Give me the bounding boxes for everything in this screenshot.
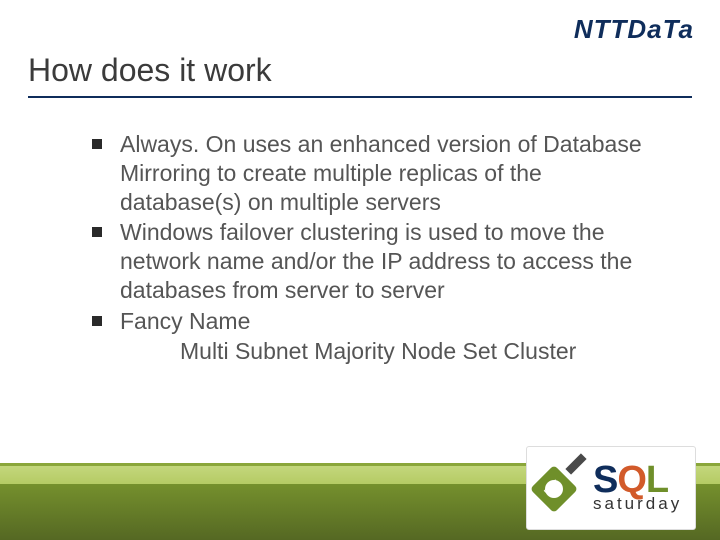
sql-saturday-text: SQL saturday xyxy=(593,465,682,511)
bullet-item: Fancy Name Multi Subnet Majority Node Se… xyxy=(92,307,652,367)
footer-band: PASS SQL saturday xyxy=(0,462,720,540)
slide-title: How does it work xyxy=(28,52,272,89)
slide-body: Always. On uses an enhanced version of D… xyxy=(92,130,652,368)
sql-saturday-logo: PASS SQL saturday xyxy=(526,446,696,530)
sub-bullet-text: Multi Subnet Majority Node Set Cluster xyxy=(120,337,652,366)
bullet-item: Windows failover clustering is used to m… xyxy=(92,218,652,304)
ntt-data-logo: NTTDaTa xyxy=(574,14,694,45)
logo-part-1: NTT xyxy=(574,14,628,45)
saturday-word: saturday xyxy=(593,497,682,511)
sql-word: SQL xyxy=(593,465,682,495)
key-icon: PASS xyxy=(537,458,585,518)
logo-part-2: DaTa xyxy=(627,14,694,45)
bullet-text: Always. On uses an enhanced version of D… xyxy=(120,131,642,215)
title-underline xyxy=(28,96,692,98)
bullet-text: Windows failover clustering is used to m… xyxy=(120,219,632,303)
bullet-text: Fancy Name xyxy=(120,308,250,334)
bullet-item: Always. On uses an enhanced version of D… xyxy=(92,130,652,216)
slide: NTTDaTa How does it work Always. On uses… xyxy=(0,0,720,540)
